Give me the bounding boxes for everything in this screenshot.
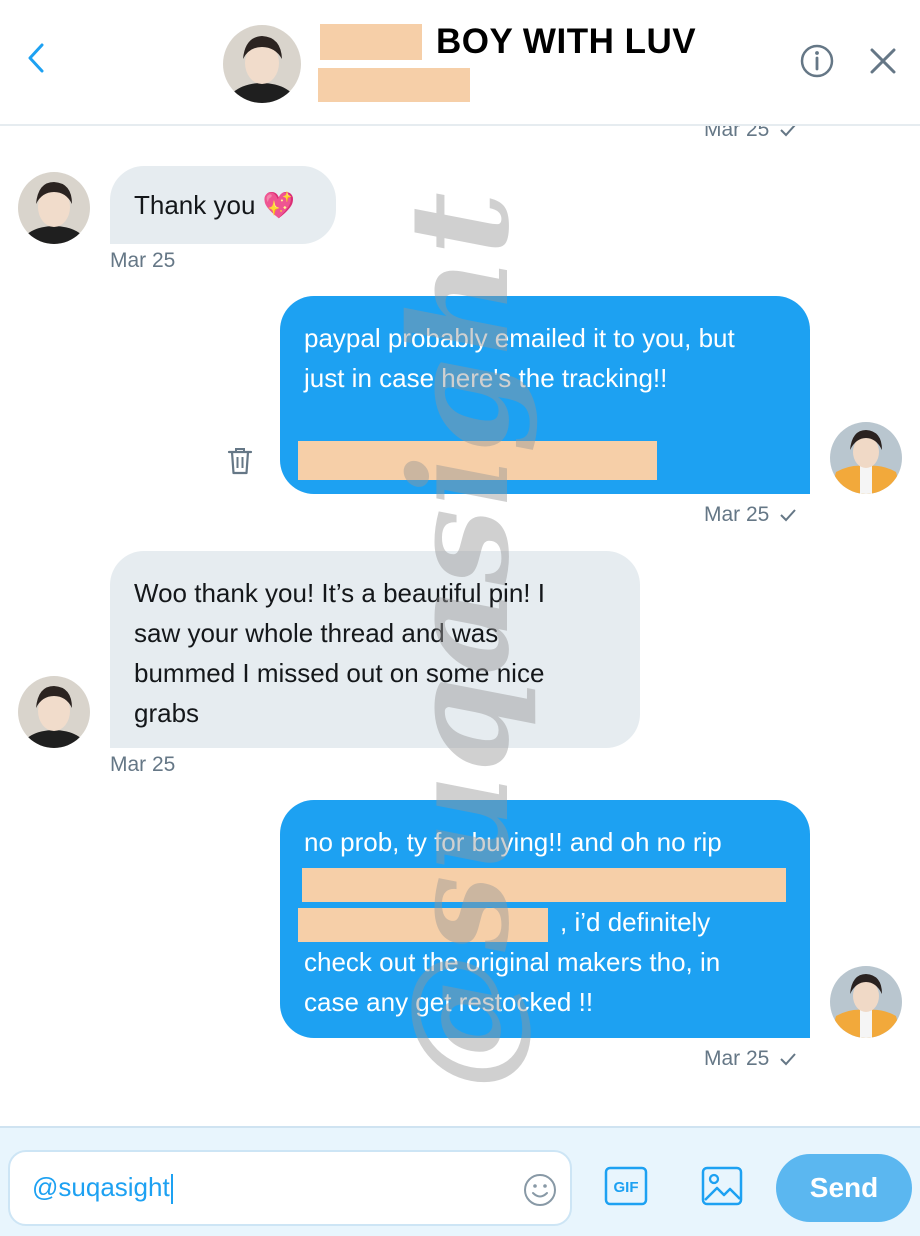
message-line: check out the original makers tho, in <box>304 947 721 977</box>
user-avatar[interactable] <box>830 966 902 1038</box>
message-line: bummed I missed out on some nice <box>134 658 545 688</box>
back-button[interactable] <box>18 38 54 78</box>
redacted-text-block <box>302 868 786 902</box>
redacted-tracking-link <box>298 441 657 480</box>
image-button[interactable] <box>700 1164 744 1208</box>
contact-avatar[interactable] <box>18 676 90 748</box>
delete-message-button[interactable] <box>226 446 254 476</box>
message-line: no prob, ty for buying!! and oh no rip <box>304 827 722 857</box>
close-button[interactable] <box>864 42 902 80</box>
close-icon <box>870 48 896 74</box>
emoji-button[interactable] <box>522 1172 558 1208</box>
check-icon <box>780 509 797 522</box>
message-line: Woo thank you! It’s a beautiful pin! I <box>134 578 545 608</box>
message-timestamp: Mar 25 <box>110 753 176 776</box>
info-button[interactable] <box>798 42 836 80</box>
message-line: grabs <box>134 698 200 728</box>
info-icon <box>800 44 834 78</box>
check-icon <box>780 1053 797 1066</box>
redacted-text-block <box>298 908 548 942</box>
message-line: just in case here's the tracking!! <box>304 363 668 393</box>
message-line: paypal probably emailed it to you, but <box>304 323 735 353</box>
gif-label: GIF <box>614 1179 639 1196</box>
message-input-value[interactable]: @suqasight <box>32 1172 173 1205</box>
redacted-name-block <box>320 24 422 60</box>
user-avatar[interactable] <box>830 422 902 494</box>
trash-icon <box>227 448 253 475</box>
message-line: saw your whole thread and was <box>134 618 499 648</box>
message-input[interactable]: @suqasight <box>8 1150 572 1226</box>
gif-icon: GIF <box>604 1166 648 1206</box>
contact-avatar[interactable] <box>223 25 301 103</box>
message-line: case any get restocked !! <box>304 987 594 1017</box>
redacted-handle-block <box>318 68 470 102</box>
send-button[interactable]: Send <box>776 1154 912 1222</box>
message-text: Thank you 💖 <box>134 190 296 220</box>
contact-avatar[interactable] <box>18 172 90 244</box>
chevron-left-icon <box>28 43 44 73</box>
message-bubble-incoming[interactable]: Woo thank you! It’s a beautiful pin! I s… <box>110 551 640 748</box>
message-composer: @suqasight GIF Send <box>0 1126 920 1236</box>
smiley-icon <box>524 1174 556 1206</box>
image-icon <box>701 1166 743 1206</box>
message-timestamp: Mar 25 <box>110 249 176 272</box>
message-bubble-incoming[interactable]: Thank you 💖 <box>110 166 336 244</box>
conversation-title: BOY WITH LUV <box>436 22 697 61</box>
message-timestamp: Mar 25 <box>704 503 797 527</box>
message-timestamp: Mar 25 <box>704 1047 797 1071</box>
gif-button[interactable]: GIF <box>604 1166 648 1206</box>
conversation-header: BOY WITH LUV <box>0 0 920 126</box>
text-caret <box>170 1174 173 1205</box>
